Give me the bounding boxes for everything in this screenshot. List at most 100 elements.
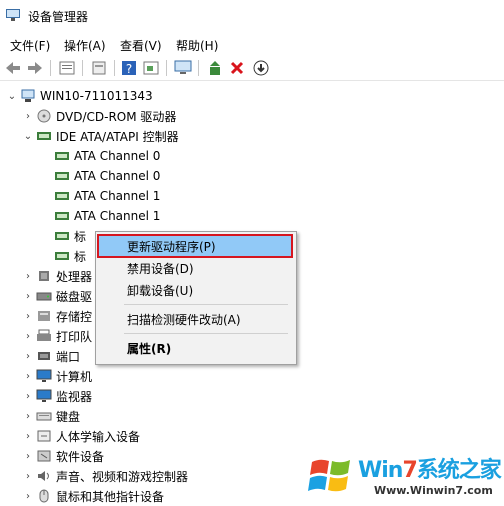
tree-item-label: DVD/CD-ROM 驱动器 [56,109,177,124]
menu-item-label: 更新驱动程序(P) [127,239,216,254]
tree-device[interactable]: ATA Channel 1 [40,206,160,226]
expand-chevron-icon[interactable]: › [22,351,34,362]
menu-action[interactable]: 操作(A) [64,37,106,54]
download-icon[interactable] [252,59,270,77]
tree-item-label: 计算机 [56,369,93,384]
tree-category[interactable]: › 键盘 [22,406,80,426]
uninstall-x-icon[interactable] [228,59,246,77]
tree-device[interactable]: 标 [40,226,86,246]
chip-icon [55,192,69,200]
menu-item-label: 属性(R) [127,341,172,356]
menu-item-label: 扫描检测硬件改动(A) [127,312,241,327]
expand-chevron-icon[interactable]: › [22,331,34,342]
software-icon [37,450,51,462]
tree-item-label: 软件设备 [56,449,105,464]
title-bar: 设备管理器 [0,0,504,32]
tree-device[interactable]: ATA Channel 0 [40,146,160,166]
sound-icon [38,471,49,481]
tree-device[interactable]: ATA Channel 0 [40,166,160,186]
watermark-url: Www.Winwin7.com [374,484,493,497]
tree-category[interactable]: › 声音、视频和游戏控制器 [22,466,188,486]
back-arrow-icon[interactable] [4,59,22,77]
disable-device-menu-item[interactable]: 禁用设备(D) [99,258,291,278]
tree-item-label: IDE ATA/ATAPI 控制器 [56,129,179,144]
tree-category[interactable]: › 计算机 [22,366,92,386]
printer-icon [37,329,51,341]
tree-category[interactable]: › 打印队 [22,326,92,346]
tree-item-label: 鼠标和其他指针设备 [56,489,165,504]
watermark: Win7系统之家 Www.Winwin7.com [300,450,504,505]
computer-icon[interactable] [174,59,192,77]
computer-icon [21,89,35,102]
properties-menu-item[interactable]: 属性(R) [99,338,291,358]
chip-icon [55,232,69,240]
collapse-chevron-icon[interactable]: ⌄ [6,91,18,102]
details-icon[interactable] [142,59,160,77]
tree-item-label: ATA Channel 0 [74,169,161,183]
tree-item-label: 监视器 [56,389,93,404]
update-driver-icon[interactable] [206,59,224,77]
expand-chevron-icon[interactable]: › [22,371,34,382]
chip-icon [55,152,69,160]
help-icon[interactable]: ? [120,59,138,77]
tree-category[interactable]: ⌄ IDE ATA/ATAPI 控制器 [22,126,179,146]
expand-chevron-icon[interactable]: › [22,391,34,402]
menu-item-label: 卸载设备(U) [127,283,194,298]
tree-category[interactable]: › 监视器 [22,386,92,406]
brand-zh: 系统之家 [416,458,502,483]
expand-chevron-icon[interactable]: › [22,491,34,502]
menu-bar: 文件(F) 操作(A) 查看(V) 帮助(H) [0,34,504,54]
collapse-chevron-icon[interactable]: ⌄ [22,131,34,142]
tree-category[interactable]: › DVD/CD-ROM 驱动器 [22,106,176,126]
uninstall-device-menu-item[interactable]: 卸载设备(U) [99,280,291,300]
update-driver-menu-item[interactable]: 更新驱动程序(P) [97,234,293,258]
expand-chevron-icon[interactable]: › [22,291,34,302]
menu-file[interactable]: 文件(F) [10,37,50,54]
show-hidden-icon[interactable] [90,59,108,77]
expand-chevron-icon[interactable]: › [22,271,34,282]
scan-hardware-menu-item[interactable]: 扫描检测硬件改动(A) [99,309,291,329]
window-title: 设备管理器 [28,10,89,24]
mouse-icon [39,489,49,503]
tree-category[interactable]: › 软件设备 [22,446,104,466]
expand-chevron-icon[interactable]: › [22,431,34,442]
keyboard-icon [36,412,52,421]
expand-chevron-icon[interactable]: › [22,311,34,322]
watermark-brand: Win7系统之家 [358,452,502,484]
tree-item-label: 标 [74,249,87,264]
tree-category[interactable]: › 处理器 [22,266,92,286]
tree-item-label: 处理器 [56,269,93,284]
tree-category[interactable]: › 鼠标和其他指针设备 [22,486,164,506]
tree-item-label: 端口 [56,349,81,364]
tree-category[interactable]: › 人体学输入设备 [22,426,140,446]
tree-root[interactable]: ⌄ WIN10-711011343 [6,86,153,106]
menu-divider [124,333,288,334]
context-menu: 更新驱动程序(P) 禁用设备(D) 卸载设备(U) 扫描检测硬件改动(A) 属性… [95,231,297,365]
menu-help[interactable]: 帮助(H) [176,37,218,54]
tree-item-label: ATA Channel 1 [74,189,161,203]
tree-device[interactable]: 标 [40,246,86,266]
menu-view[interactable]: 查看(V) [120,37,162,54]
disk-icon [36,292,52,301]
tree-item-label: 声音、视频和游戏控制器 [56,469,189,484]
tree-item-label: ATA Channel 1 [74,209,161,223]
toolbar: ? [0,56,504,81]
expand-chevron-icon[interactable]: › [22,111,34,122]
tree-device[interactable]: ATA Channel 1 [40,186,160,206]
forward-arrow-icon[interactable] [26,59,44,77]
chip-icon [55,212,69,220]
ide-icon [37,132,51,140]
tree-category[interactable]: › 存储控 [22,306,92,326]
tree-category[interactable]: › 端口 [22,346,80,366]
tree-item-label: ATA Channel 0 [74,149,161,163]
tree-item-label: 打印队 [56,329,93,344]
menu-item-label: 禁用设备(D) [127,261,194,276]
device-manager-icon [6,9,20,21]
expand-chevron-icon[interactable]: › [22,451,34,462]
brand-win: Win [358,458,403,483]
tree-category[interactable]: › 磁盘驱 [22,286,92,306]
properties-icon[interactable] [58,59,76,77]
expand-chevron-icon[interactable]: › [22,471,34,482]
tree-item-label: 存储控 [56,309,93,324]
expand-chevron-icon[interactable]: › [22,411,34,422]
